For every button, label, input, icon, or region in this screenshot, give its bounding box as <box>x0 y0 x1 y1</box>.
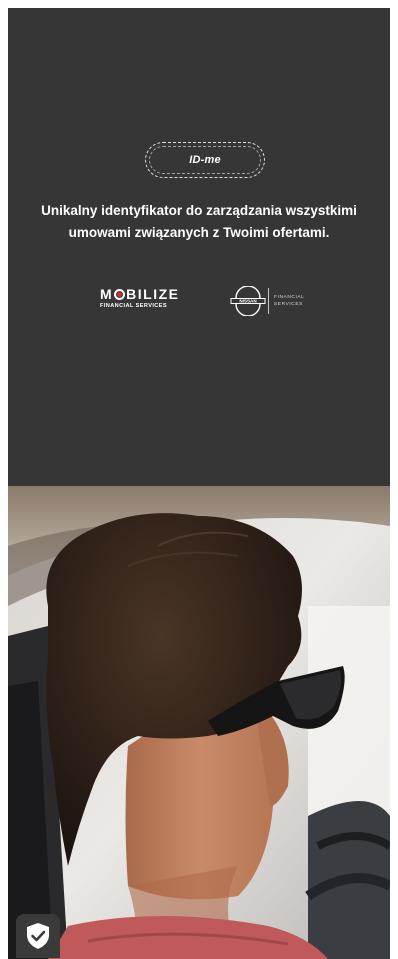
nissan-emblem-icon: NISSAN <box>230 286 266 316</box>
partner-logos: M BILIZE FINANCIAL SERVICES NISSAN FINANC… <box>8 286 390 316</box>
driver-photo <box>8 486 390 959</box>
nissan-logo: NISSAN FINANCIAL SERVICES <box>230 286 330 316</box>
hero-tagline: Unikalny identyfikator do zarządzania ws… <box>18 200 380 244</box>
mobilize-subtitle: FINANCIAL SERVICES <box>100 303 167 309</box>
nissan-wordmark: NISSAN <box>239 299 257 304</box>
hero-section: ID-me Unikalny identyfikator do zarządza… <box>8 8 390 486</box>
mobilize-wordmark: M BILIZE <box>100 286 180 302</box>
shield-check-icon <box>27 923 49 949</box>
hero-tagline-line-1: Unikalny identyfikator do zarządzania ws… <box>41 203 357 218</box>
security-shield-button[interactable] <box>16 914 60 958</box>
app-frame: ID-me Unikalny identyfikator do zarządza… <box>8 8 390 959</box>
nissan-fs-line-1: FINANCIAL <box>274 295 305 300</box>
mobilize-logo: M BILIZE FINANCIAL SERVICES <box>100 286 196 316</box>
hero-tagline-line-2: umowami związanych z Twoimi ofertami. <box>68 225 330 240</box>
idme-logo-label: ID-me <box>189 154 221 166</box>
idme-logo-badge: ID-me <box>145 142 265 178</box>
mobilize-o-mark-icon <box>114 289 126 300</box>
nissan-fs-line-2: SERVICES <box>274 302 303 307</box>
driver-photo-image <box>8 486 390 959</box>
nissan-financial-services: FINANCIAL SERVICES <box>274 294 304 308</box>
nissan-divider <box>268 288 269 314</box>
